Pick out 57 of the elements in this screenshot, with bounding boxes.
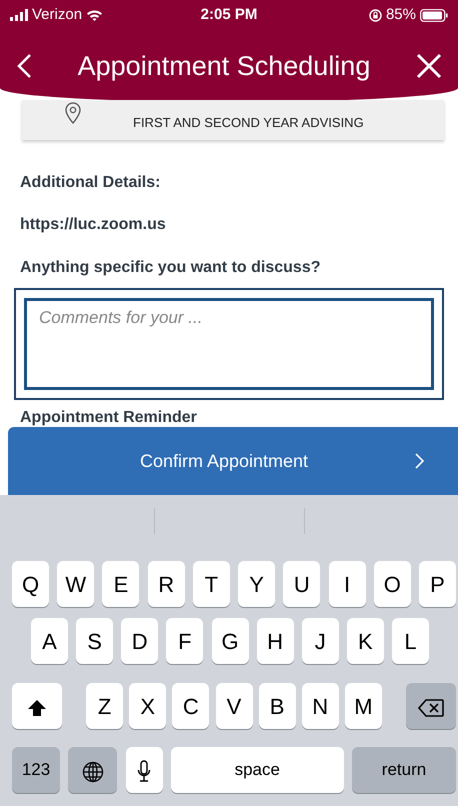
- key[interactable]: N: [302, 683, 339, 729]
- close-icon: [416, 53, 442, 79]
- key[interactable]: X: [129, 683, 166, 729]
- key[interactable]: A: [31, 618, 68, 664]
- key[interactable]: O: [374, 561, 411, 607]
- key[interactable]: Y: [238, 561, 276, 607]
- key[interactable]: U: [283, 561, 320, 607]
- key[interactable]: I: [328, 561, 366, 607]
- return-key[interactable]: return: [352, 747, 456, 793]
- space-bar[interactable]: space: [170, 747, 344, 793]
- signal-icon: [10, 9, 28, 21]
- page-title: Appointment Scheduling: [76, 50, 372, 83]
- back-icon: [16, 53, 32, 79]
- dictation-key[interactable]: [126, 747, 162, 793]
- confirm-button[interactable]: Confirm Appointment: [8, 427, 458, 495]
- key[interactable]: J: [302, 618, 339, 664]
- question-label: Anything specific you want to discuss?: [19, 258, 322, 278]
- key[interactable]: P: [418, 561, 456, 607]
- section-label: Appointment Reminder: [19, 408, 198, 427]
- key[interactable]: L: [392, 618, 429, 664]
- globe-icon: [82, 760, 104, 783]
- battery-icon: [420, 8, 448, 22]
- close-button[interactable]: [416, 53, 442, 79]
- key[interactable]: C: [172, 683, 210, 729]
- key[interactable]: D: [121, 618, 158, 664]
- key[interactable]: W: [57, 561, 94, 607]
- numbers-key[interactable]: 123: [12, 747, 60, 793]
- shift-key[interactable]: [12, 683, 62, 729]
- chevron-right-icon: [414, 452, 426, 470]
- shift-icon: [27, 698, 47, 717]
- comment-field[interactable]: Comments for your ...: [24, 298, 434, 390]
- key[interactable]: E: [102, 561, 140, 607]
- carrier-name: Verizon: [32, 4, 82, 25]
- globe-key[interactable]: [68, 747, 118, 793]
- key[interactable]: H: [256, 618, 294, 664]
- key[interactable]: Q: [12, 561, 49, 607]
- key[interactable]: T: [192, 561, 230, 607]
- status-time: 2:05 PM: [200, 6, 258, 23]
- key[interactable]: K: [346, 618, 384, 664]
- key[interactable]: R: [148, 561, 185, 607]
- key[interactable]: G: [212, 618, 248, 664]
- location-name: FIRST AND SECOND YEAR ADVISING: [133, 114, 364, 132]
- battery-percent: 85%: [386, 4, 416, 25]
- key[interactable]: B: [258, 683, 296, 729]
- section-label: Additional Details:: [19, 173, 162, 193]
- back-button[interactable]: [16, 53, 32, 79]
- key[interactable]: Z: [86, 683, 124, 729]
- rotation-lock-icon: [368, 8, 382, 22]
- backspace-icon: [418, 698, 444, 717]
- wifi-icon: [86, 9, 104, 21]
- location-pin-icon: [65, 102, 81, 124]
- backspace-key[interactable]: [406, 683, 456, 729]
- key[interactable]: F: [166, 618, 204, 664]
- microphone-icon: [137, 760, 151, 784]
- key[interactable]: S: [76, 618, 114, 664]
- key[interactable]: V: [216, 683, 252, 729]
- key[interactable]: M: [344, 683, 382, 729]
